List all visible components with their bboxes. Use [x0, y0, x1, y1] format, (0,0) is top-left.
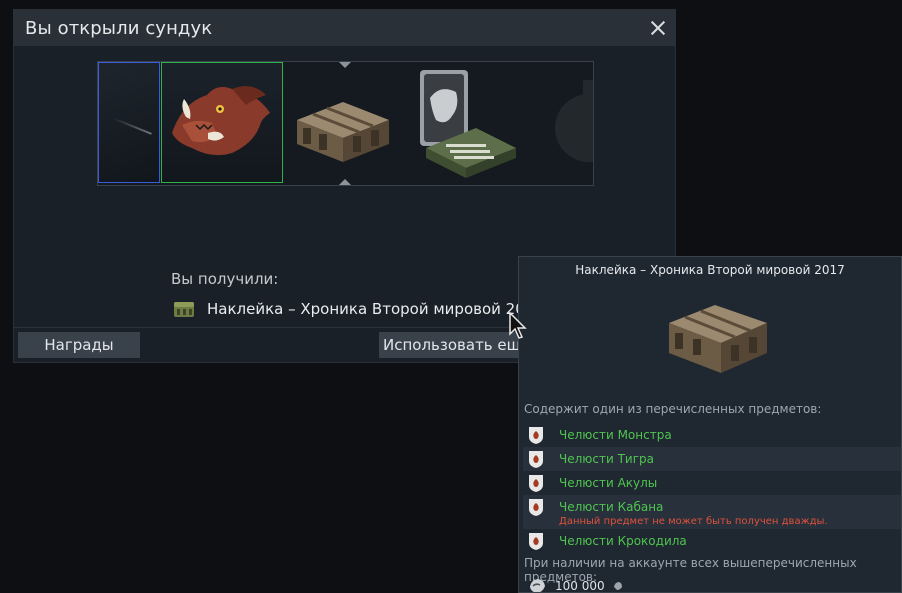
item-name: Челюсти Кабана — [559, 500, 664, 514]
list-item: Челюсти Тигра — [523, 447, 901, 471]
list-item: Челюсти Крокодила — [523, 529, 901, 553]
item-name: Челюсти Монстра — [559, 428, 672, 442]
reward-value: 100 000 — [555, 579, 605, 593]
list-item: Челюсти Акулы — [523, 471, 901, 495]
silver-lion-icon — [613, 582, 622, 590]
list-item: Челюсти Кабана Данный предмет не может б… — [523, 495, 901, 529]
received-label: Вы получили: — [171, 270, 279, 288]
roulette-strip — [97, 61, 594, 186]
tooltip-item-list: Челюсти Монстра Челюсти Тигра Челюсти Ак… — [523, 423, 901, 553]
partial-item-icon — [555, 80, 593, 162]
tooltip-title: Наклейка – Хроника Второй мировой 2017 — [575, 263, 845, 277]
rewards-button[interactable]: Награды — [18, 332, 140, 358]
tooltip-subtitle: Содержит один из перечисленных предметов… — [524, 402, 822, 416]
item-warning: Данный предмет не может быть получен два… — [559, 516, 828, 527]
item-name: Челюсти Акулы — [559, 476, 658, 490]
crate-image — [669, 305, 767, 373]
roulette-pointer-bottom — [339, 179, 351, 185]
roulette-item-boar — [161, 62, 283, 183]
decal-shield-icon — [529, 533, 543, 550]
roulette-item-ammo-crate — [283, 62, 405, 183]
roulette-item-partial — [529, 62, 593, 183]
decal-shield-icon — [529, 475, 543, 492]
ammo-crate-icon — [297, 102, 389, 162]
dialog-titlebar: Вы открыли сундук — [14, 10, 675, 46]
list-item: Челюсти Монстра — [523, 423, 901, 447]
decal-shield-icon — [529, 499, 543, 516]
dialog-title: Вы открыли сундук — [25, 17, 213, 39]
mouse-cursor-icon — [509, 312, 527, 339]
decal-shield-icon — [529, 451, 543, 468]
decal-shield-icon — [529, 427, 543, 444]
boar-decal-icon — [172, 86, 270, 156]
roulette-item-lion-crate — [406, 62, 528, 183]
received-item: Наклейка – Хроника Второй мировой 2017 — [173, 300, 544, 318]
received-item-name: Наклейка – Хроника Второй мировой 2017 — [207, 300, 544, 318]
item-name: Челюсти Крокодила — [559, 534, 687, 548]
close-icon[interactable] — [641, 11, 675, 45]
lion-coin-icon — [530, 579, 545, 592]
item-name: Челюсти Тигра — [559, 452, 654, 466]
lion-crate-icon — [420, 70, 516, 178]
roulette-pointer-top — [339, 62, 351, 68]
roulette-item-blue — [98, 62, 160, 183]
item-tooltip: Наклейка – Хроника Второй мировой 2017 С… — [518, 256, 902, 593]
chest-icon — [174, 302, 194, 317]
tooltip-reward: 100 000 — [527, 577, 623, 593]
